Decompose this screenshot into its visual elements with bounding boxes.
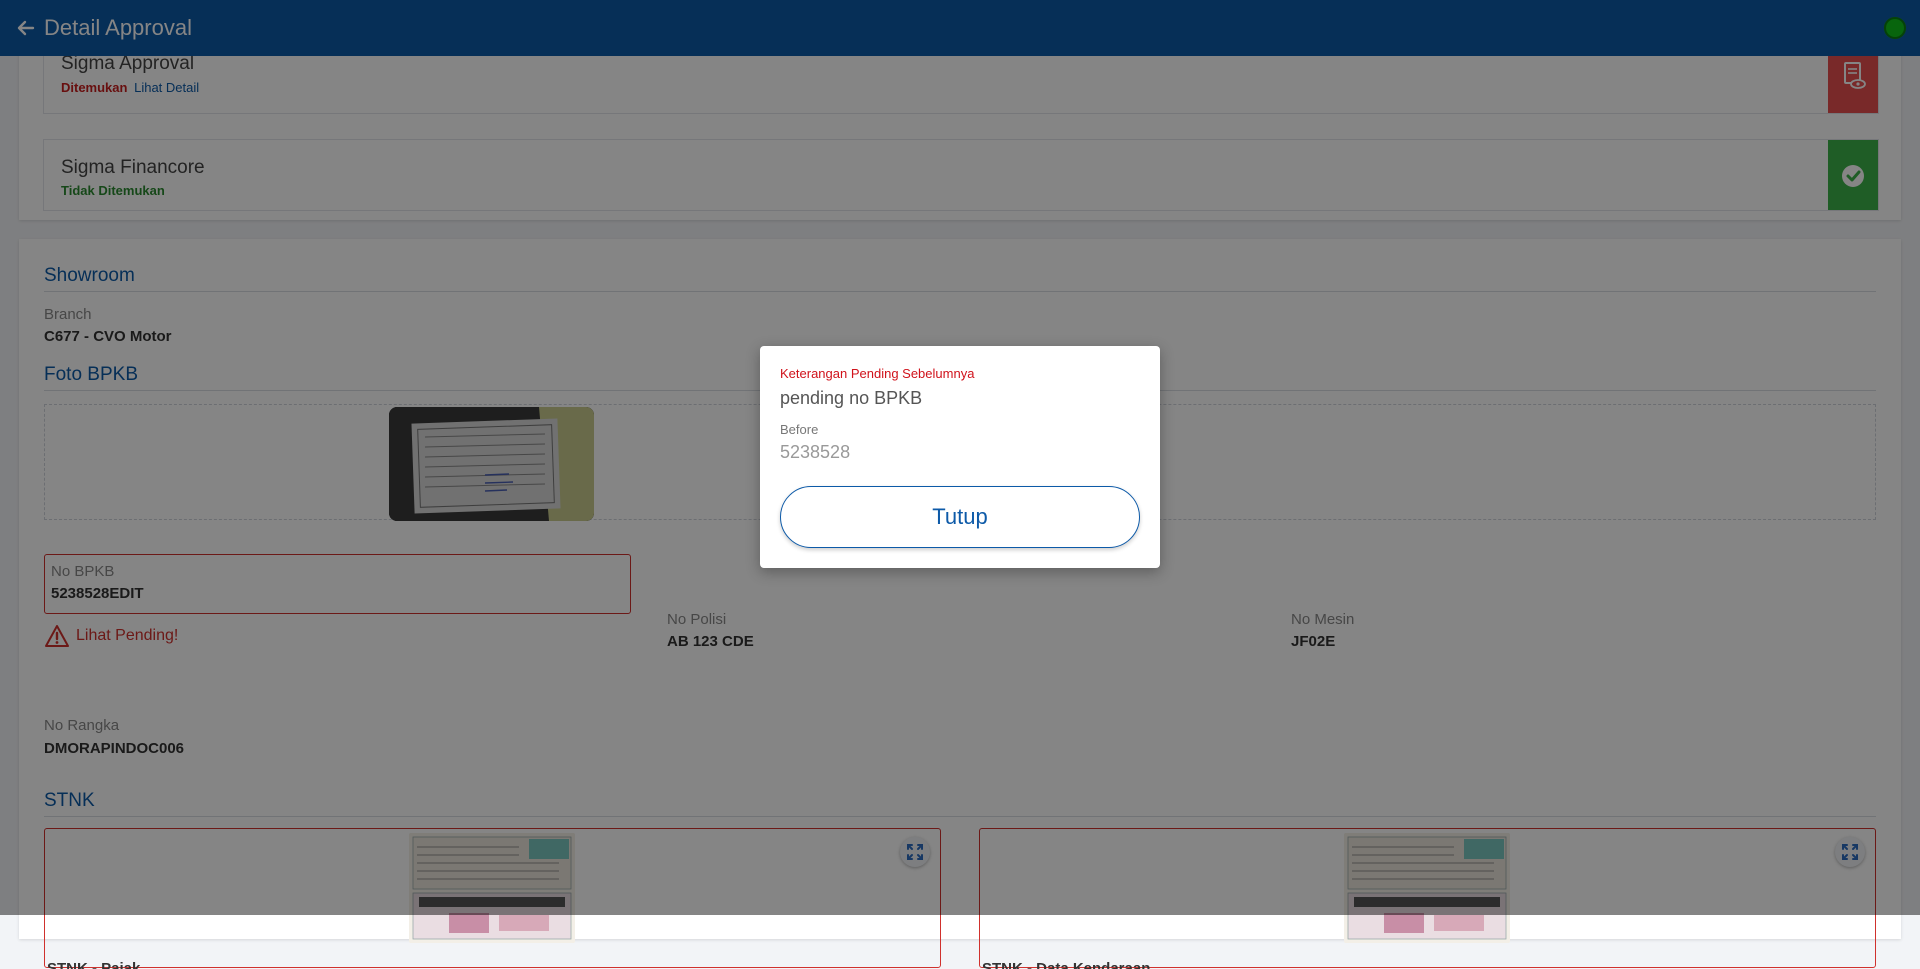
- pending-note-text: pending no BPKB: [780, 388, 923, 408]
- pending-note-dialog: Keterangan Pending Sebelumnya pending no…: [760, 346, 1160, 568]
- before-label: Before: [780, 422, 819, 437]
- tutup-button[interactable]: Tutup: [780, 486, 1140, 548]
- stnk-caption: STNK - Data Kendaraan: [982, 960, 1151, 969]
- dialog-heading: Keterangan Pending Sebelumnya: [780, 366, 975, 381]
- stnk-caption: STNK - Pajak: [47, 960, 141, 969]
- before-value: 5238528: [780, 442, 851, 462]
